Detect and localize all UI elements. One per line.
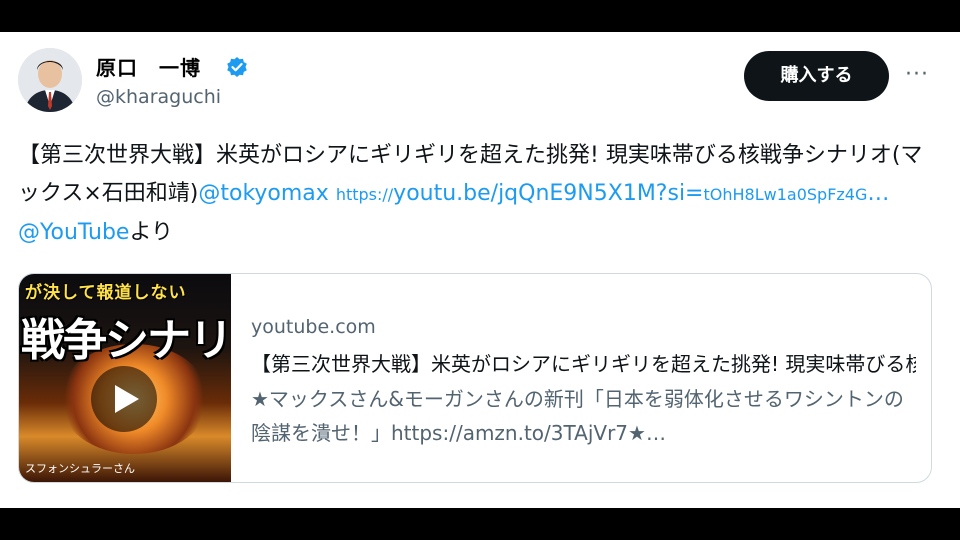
url-main: youtu.be/jqQnE9N5X1M?si= [393, 181, 704, 206]
mention-tokyomax[interactable]: @tokyomax [198, 181, 328, 206]
card-title: 【第三次世界大戦】米英がロシアにギリギリを超えた挑発! 現実味帯びる核戦争シナリ… [251, 352, 916, 376]
tweet-text: 【第三次世界大戦】米英がロシアにギリギリを超えた挑発! 現実味帯びる核戦争シナリ… [18, 137, 933, 252]
buy-button[interactable]: 購入する [744, 51, 889, 101]
thumbnail-caption-big: 戦争シナリ [21, 315, 231, 366]
url-small: tOhH8Lw1a0SpFz4G [703, 185, 868, 204]
verified-badge-icon [226, 56, 248, 78]
tweet-url[interactable]: https://youtu.be/jqQnE9N5X1M?si=tOhH8Lw1… [336, 181, 890, 206]
mention-youtube[interactable]: @YouTube [18, 220, 129, 245]
card-domain: youtube.com [251, 316, 376, 338]
user-handle[interactable]: @kharaguchi [96, 86, 221, 108]
url-prefix: https:// [335, 185, 394, 204]
url-ellipsis: … [867, 181, 890, 206]
video-thumbnail[interactable]: が決して報道しない 戦争シナリ スフォンシュラーさん [19, 274, 231, 482]
more-options-icon[interactable]: ··· [902, 60, 932, 90]
avatar-portrait-icon [18, 48, 82, 112]
thumbnail-caption-bottom: スフォンシュラーさん [25, 462, 135, 475]
avatar[interactable] [18, 48, 82, 112]
link-preview-card[interactable]: が決して報道しない 戦争シナリ スフォンシュラーさん youtube.com 【… [18, 273, 932, 483]
thumbnail-caption-top: が決して報道しない [25, 283, 187, 303]
play-icon[interactable] [91, 366, 157, 432]
display-name[interactable]: 原口 一博 [96, 52, 201, 81]
tweet-suffix: より [129, 220, 174, 245]
card-description: ★マックスさん&モーガンさんの新刊「日本を弱体化させるワシントンの陰謀を潰せ！」… [251, 387, 904, 445]
